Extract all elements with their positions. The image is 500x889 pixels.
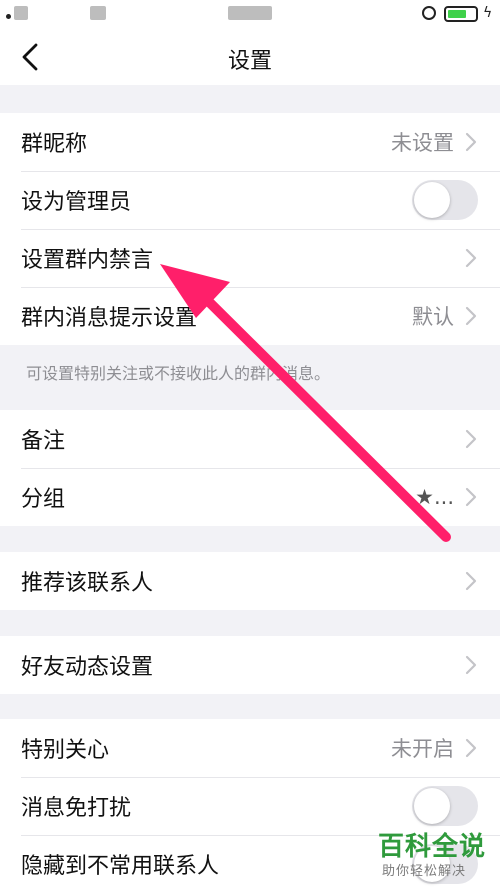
chevron-right-icon	[464, 654, 478, 676]
blurred-carrier	[14, 6, 28, 20]
status-bar: ϟ	[0, 0, 500, 30]
chevron-right-icon	[464, 486, 478, 508]
row-value: ★...	[415, 485, 454, 509]
row-message-notify[interactable]: 群内消息提示设置 默认	[0, 287, 500, 345]
row-label: 特别关心	[21, 738, 110, 763]
charging-bolt-icon: ϟ	[483, 5, 493, 21]
group-recommend: 推荐该联系人	[0, 552, 500, 610]
row-label: 设为管理员	[21, 190, 132, 215]
orientation-lock-icon	[422, 6, 436, 20]
blurred-time	[228, 6, 272, 20]
settings-note: 可设置特别关注或不接收此人的群内消息。	[26, 364, 331, 383]
battery-icon	[444, 6, 478, 22]
row-value: 默认	[412, 305, 454, 329]
watermark-logo: 百科全说 助你轻松解决	[360, 826, 500, 882]
row-group[interactable]: 分组 ★...	[0, 468, 500, 526]
toggle-knob	[414, 182, 450, 218]
chevron-right-icon	[464, 247, 478, 269]
row-label: 设置群内禁言	[21, 248, 154, 273]
row-label: 群昵称	[21, 132, 88, 157]
toggle-knob	[414, 788, 450, 824]
chevron-right-icon	[464, 131, 478, 153]
row-label: 消息免打扰	[21, 796, 132, 821]
page-title: 设置	[227, 49, 272, 74]
row-label: 群内消息提示设置	[21, 306, 198, 331]
row-value: 未开启	[391, 737, 454, 761]
row-special-care[interactable]: 特别关心 未开启	[0, 719, 500, 777]
row-label: 隐藏到不常用联系人	[21, 854, 220, 879]
group-feed: 好友动态设置	[0, 636, 500, 694]
watermark-title: 百科全说	[378, 832, 487, 862]
group-settings: 群昵称 未设置 设为管理员 设置群内禁言 群内消息提示设置 默认	[0, 113, 500, 345]
row-set-admin: 设为管理员	[0, 171, 500, 229]
nav-bar: 设置	[0, 30, 500, 85]
row-label: 推荐该联系人	[21, 571, 154, 596]
group-contact: 备注 分组 ★...	[0, 410, 500, 526]
row-label: 好友动态设置	[21, 655, 154, 680]
chevron-right-icon	[464, 570, 478, 592]
row-group-nickname[interactable]: 群昵称 未设置	[0, 113, 500, 171]
admin-toggle[interactable]	[412, 180, 478, 220]
row-group-mute[interactable]: 设置群内禁言	[0, 229, 500, 287]
row-recommend-contact[interactable]: 推荐该联系人	[0, 552, 500, 610]
dnd-toggle[interactable]	[412, 786, 478, 826]
chevron-right-icon	[464, 428, 478, 450]
row-friend-feed-settings[interactable]: 好友动态设置	[0, 636, 500, 694]
chevron-right-icon	[464, 305, 478, 327]
row-value: 未设置	[391, 131, 454, 155]
chevron-right-icon	[464, 737, 478, 759]
watermark-subtitle: 助你轻松解决	[382, 864, 467, 879]
row-label: 分组	[21, 487, 66, 512]
blurred-status	[90, 6, 106, 20]
row-remark[interactable]: 备注	[0, 410, 500, 468]
row-label: 备注	[21, 429, 66, 454]
signal-dot-icon	[6, 14, 11, 19]
